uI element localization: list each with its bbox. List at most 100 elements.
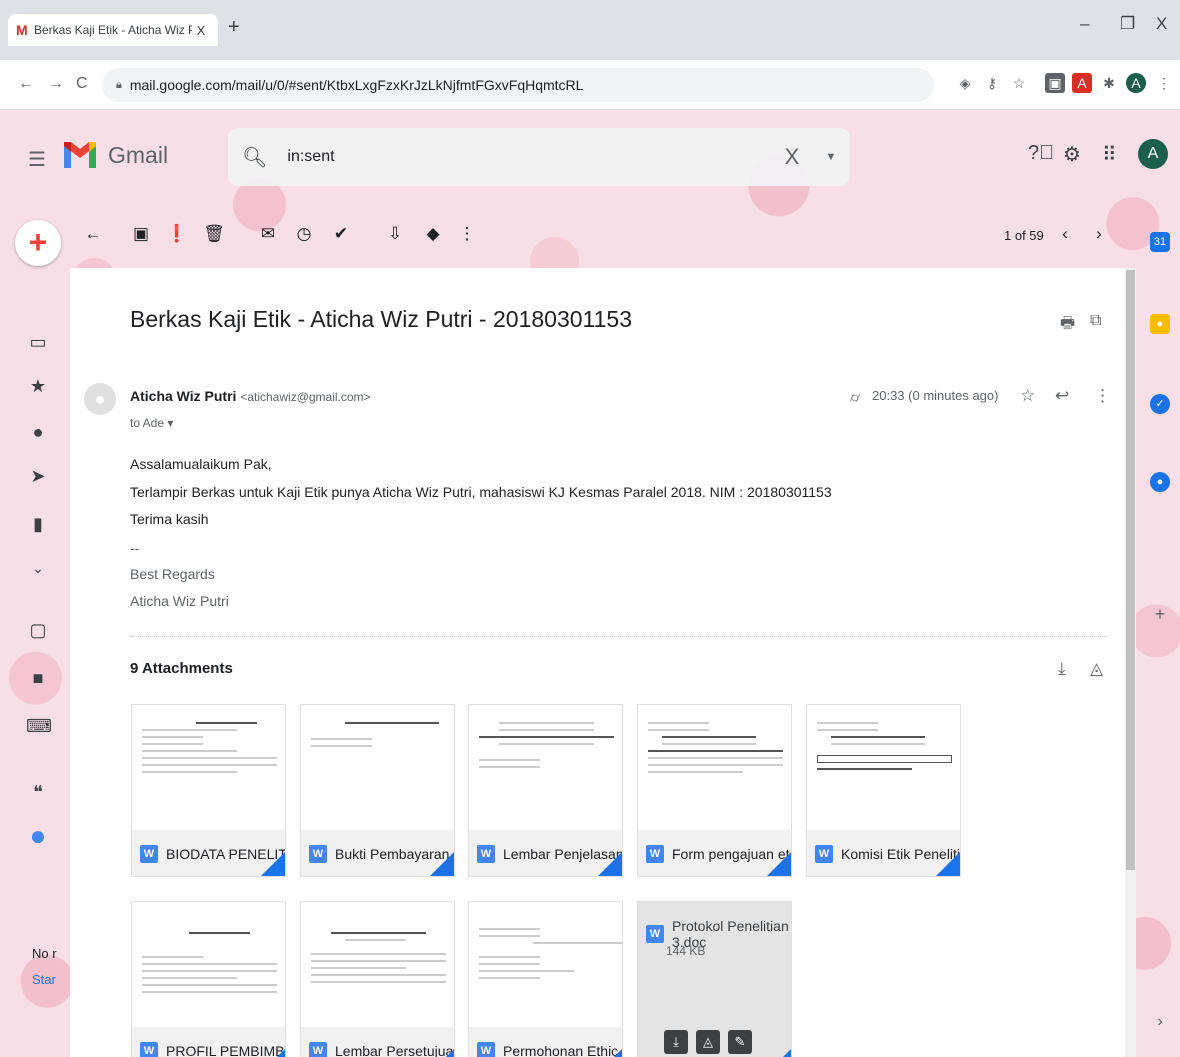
attachment-card[interactable]: W Permohonan Ethic... (468, 901, 623, 1057)
word-doc-icon: W (477, 1042, 495, 1057)
attachment-preview (132, 902, 285, 1027)
screenshot-extension-icon[interactable]: ▣ (1045, 73, 1065, 93)
close-window-button[interactable]: X (1156, 14, 1167, 34)
download-icon[interactable]: ⤓ (664, 1030, 688, 1054)
browser-tab[interactable]: M Berkas Kaji Etik - Aticha Wiz Putr X (8, 14, 218, 46)
gmail-logo-icon[interactable] (62, 140, 98, 170)
settings-gear-icon[interactable]: ⚙ (1063, 142, 1081, 167)
attachment-preview (132, 705, 285, 830)
attachment-card[interactable]: W Lembar Penjelasan... (468, 704, 623, 877)
older-chevron-right-icon[interactable]: › (1088, 224, 1110, 244)
download-all-icon[interactable]: ⤓ (1058, 659, 1066, 679)
apps-grid-icon[interactable]: ⠿ (1102, 142, 1117, 167)
word-doc-icon: W (646, 925, 664, 943)
body-thanks: Terima kasih (130, 511, 209, 527)
hangouts-user-avatar[interactable]: ● (26, 820, 50, 852)
contacts-icon[interactable]: ● (1150, 472, 1170, 492)
star-icon[interactable]: ☆ (1020, 386, 1035, 406)
profile-avatar[interactable]: A (1126, 73, 1146, 93)
label-icon[interactable]: ◆ (422, 224, 444, 244)
mark-unread-icon[interactable]: ✉ (257, 224, 279, 244)
sent-icon[interactable]: ➤ (26, 466, 50, 487)
attachment-corner (430, 852, 454, 876)
attachment-card[interactable]: WPROFIL PEMBIMBI... (131, 901, 286, 1057)
show-side-panel-chevron-icon[interactable]: › (1150, 1012, 1170, 1032)
search-input[interactable]: in:sent (287, 148, 772, 166)
calendar-icon[interactable]: 31 (1150, 232, 1170, 252)
pdf-extension-icon[interactable]: A (1072, 73, 1092, 93)
open-new-window-icon[interactable]: ⧉ (1090, 312, 1101, 330)
attachment-card-hovered[interactable]: W Protokol Penelitian 3.doc 144 KB ⤓ ◬ ✎ (637, 901, 792, 1057)
keep-icon[interactable]: ● (1150, 314, 1170, 334)
get-addons-plus-icon[interactable]: + (1150, 604, 1170, 624)
newer-chevron-left-icon[interactable]: ‹ (1054, 224, 1076, 244)
more-menu-icon[interactable]: ⋮ (1154, 73, 1174, 93)
sender-name[interactable]: Aticha Wiz Putri (130, 388, 236, 404)
attachment-card[interactable]: W Bukti Pembayaran ... (300, 704, 455, 877)
attachment-preview (469, 705, 622, 830)
recipient-dropdown[interactable]: to Ade ▾ (130, 416, 173, 430)
inbox-icon[interactable]: ▭ (26, 332, 50, 353)
key-icon[interactable]: ⚷ (982, 73, 1002, 93)
tab-close-icon[interactable]: X (192, 23, 210, 38)
save-to-drive-icon[interactable]: ◬ (696, 1030, 720, 1054)
attachment-card[interactable]: W Lembar Persetujua... (300, 901, 455, 1057)
scrollbar-thumb[interactable] (1126, 270, 1135, 870)
attachment-card[interactable]: WBIODATA PENELITI... (131, 704, 286, 877)
hangouts-status-text: No r (32, 946, 57, 961)
attachment-preview (807, 705, 960, 830)
search-icon[interactable]: 🔍︎ (242, 145, 267, 170)
archive-icon[interactable]: ▣ (130, 224, 152, 244)
snoozed-icon[interactable]: ● (26, 422, 50, 443)
move-to-icon[interactable]: ⇩ (384, 224, 406, 244)
main-menu-icon[interactable]: ☰ (28, 147, 46, 172)
sender-line: Aticha Wiz Putri <atichawiz@gmail.com> (130, 388, 371, 404)
sender-email: <atichawiz@gmail.com> (240, 390, 371, 404)
tab-title: Berkas Kaji Etik - Aticha Wiz Putr (34, 23, 192, 37)
compose-button[interactable]: + (15, 220, 61, 266)
search-bar[interactable]: 🔍︎ in:sent X ▼ (228, 128, 850, 186)
search-options-icon[interactable]: ▼ (812, 151, 850, 163)
message-more-icon[interactable]: ⋮ (1094, 386, 1111, 406)
forward-icon[interactable]: → (48, 75, 64, 93)
edit-pencil-icon[interactable]: ✎ (728, 1030, 752, 1054)
more-labels-chevron-down-icon[interactable]: ⌄ (26, 560, 50, 577)
account-avatar[interactable]: A (1138, 139, 1168, 169)
drafts-icon[interactable]: ▮ (26, 514, 50, 535)
report-spam-icon[interactable]: ❗ (166, 224, 188, 244)
attachment-card[interactable]: W Komisi Etik Peneliti... (806, 704, 961, 877)
keyboard-icon[interactable]: ⌨ (26, 716, 52, 737)
more-actions-icon[interactable]: ⋮ (456, 224, 478, 244)
reply-icon[interactable]: ↩ (1055, 386, 1069, 406)
snooze-icon[interactable]: ◷ (293, 224, 315, 244)
signature-regards: Best Regards (130, 566, 215, 582)
back-to-sent-icon[interactable]: ← (82, 224, 104, 244)
word-doc-icon: W (140, 845, 158, 863)
meet-join-icon[interactable]: ■ (26, 668, 50, 689)
message-time: 20:33 (0 minutes ago) (872, 388, 999, 403)
hangouts-icon[interactable]: ❝ (26, 782, 50, 803)
delete-icon[interactable]: 🗑︎ (203, 224, 225, 244)
tasks-icon[interactable]: ✓ (1150, 394, 1170, 414)
clear-search-icon[interactable]: X (772, 144, 812, 170)
starred-icon[interactable]: ★ (26, 376, 50, 397)
save-all-to-drive-icon[interactable]: ◬ (1090, 659, 1103, 679)
pagination-text: 1 of 59 (1004, 228, 1044, 243)
help-icon[interactable]: ?⃝ (1028, 142, 1054, 165)
gmail-brand-text: Gmail (108, 142, 169, 168)
maximize-button[interactable]: ❐ (1120, 14, 1135, 34)
attachment-card[interactable]: W Form pengajuan et... (637, 704, 792, 877)
address-bar[interactable]: 🔒︎ mail.google.com/mail/u/0/#sent/KtbxLx… (102, 68, 934, 102)
bookmark-star-icon[interactable]: ☆ (1009, 73, 1029, 93)
attachment-corner (261, 1049, 285, 1057)
hangouts-start-link[interactable]: Star (32, 972, 56, 987)
extension-icon[interactable]: ◈ (955, 73, 975, 93)
new-tab-button[interactable]: + (228, 16, 240, 39)
add-to-tasks-icon[interactable]: ✔ (330, 224, 352, 244)
puzzle-icon[interactable]: ✱ (1099, 73, 1119, 93)
back-icon[interactable]: ← (18, 75, 34, 93)
minimize-button[interactable]: – (1080, 14, 1089, 34)
print-icon[interactable]: 🖶︎ (1060, 312, 1075, 339)
meet-new-meeting-icon[interactable]: ▢ (26, 620, 50, 641)
reload-icon[interactable]: C (76, 75, 88, 93)
